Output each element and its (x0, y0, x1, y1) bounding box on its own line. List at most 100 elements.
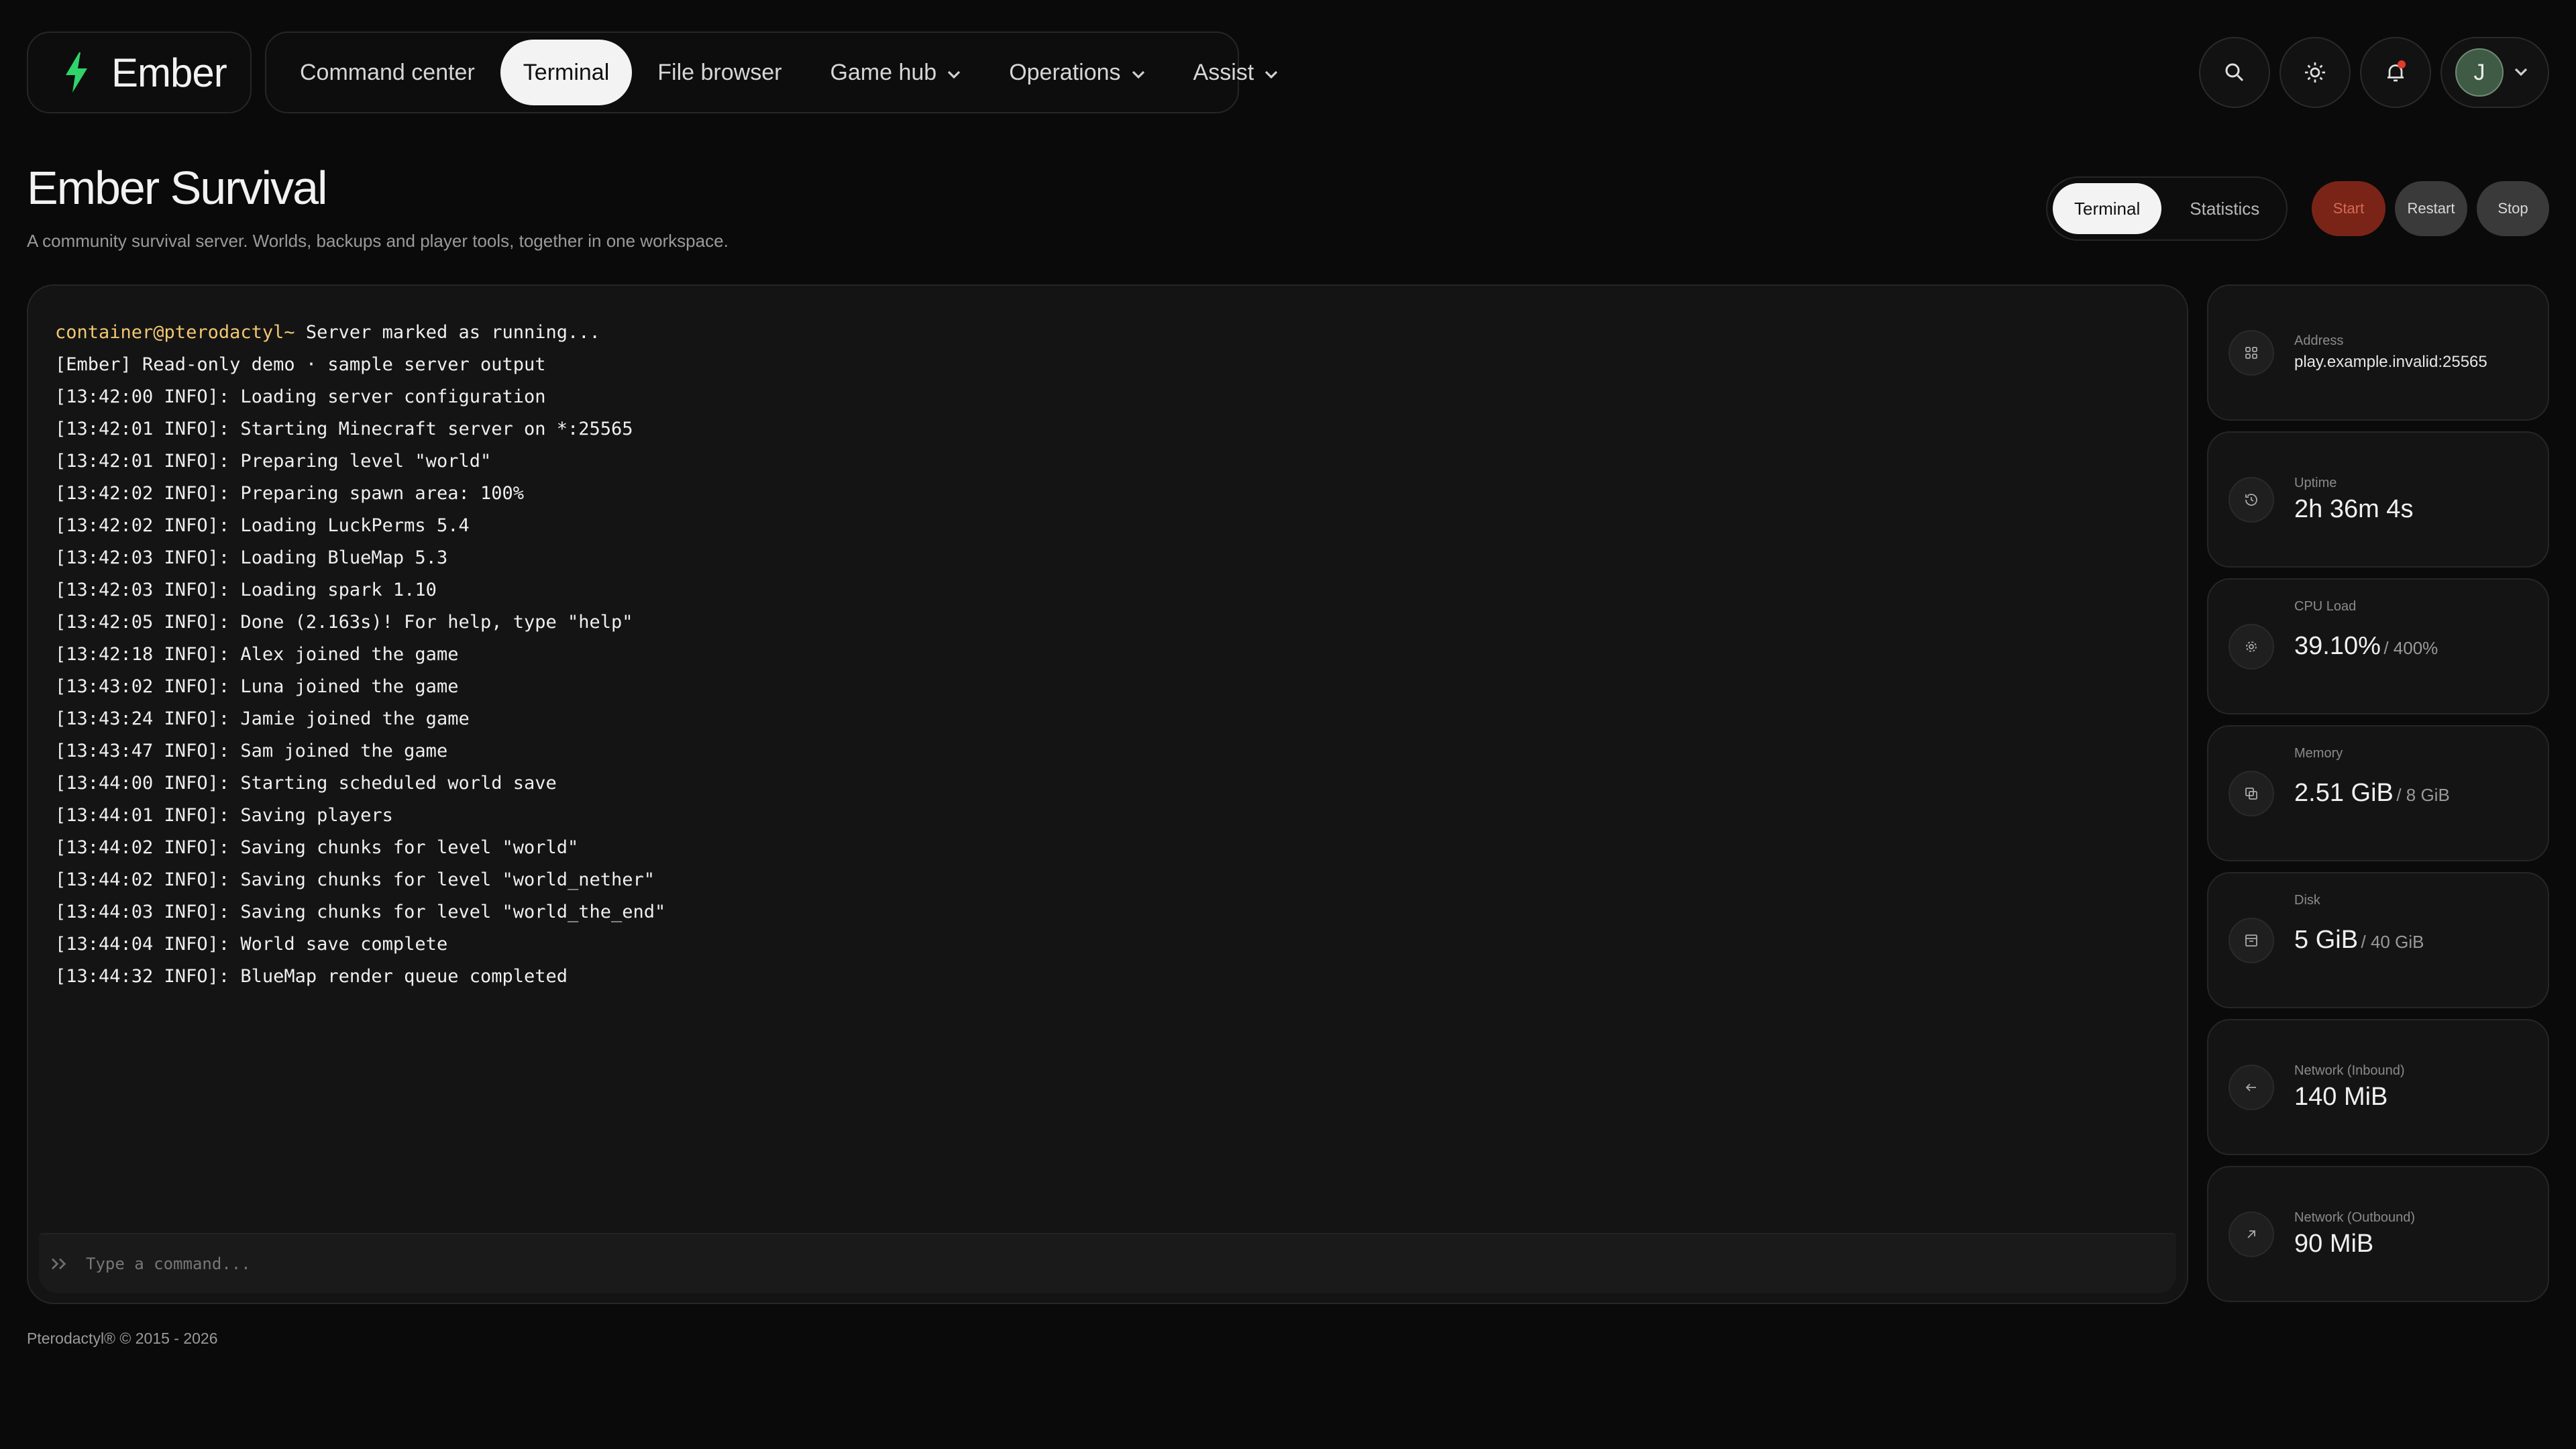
nav-operations[interactable]: Operations (986, 40, 1167, 105)
nav-label: Operations (1009, 59, 1121, 85)
console-line: [13:42:01 INFO]: Preparing level "world" (55, 451, 492, 472)
chevron-down-icon (2514, 68, 2528, 76)
clock-icon (2229, 476, 2274, 523)
nav-label: Game hub (830, 59, 937, 85)
search-button[interactable] (2199, 37, 2270, 108)
tab-terminal[interactable]: Terminal (2053, 183, 2162, 234)
nav-label: Terminal (523, 59, 610, 85)
nav-label: Command center (300, 59, 475, 85)
console-line: [13:44:03 INFO]: Saving chunks for level… (55, 902, 666, 922)
nav-assist[interactable]: Assist (1171, 40, 1301, 105)
console-line: container@pterodactyl~ Server marked as … (55, 317, 665, 349)
history-icon (2245, 493, 2257, 506)
stat-value: 90 MiB (2294, 1229, 2374, 1258)
command-input[interactable] (86, 1244, 2176, 1284)
notification-dot (2398, 60, 2406, 68)
console-prompt-text: Server marked as running... (294, 322, 600, 343)
stat-limit: / 400% (2383, 638, 2438, 658)
stat-limit: / 40 GiB (2361, 932, 2424, 952)
stat-value: 5 GiB (2294, 926, 2359, 954)
stat-value: play.example.invalid:25565 (2294, 353, 2487, 371)
chevrons-right-icon (52, 1258, 66, 1270)
theme-toggle-button[interactable] (2279, 37, 2351, 108)
stat-value: 140 MiB (2294, 1082, 2388, 1111)
main-nav: Command center Terminal File browser Gam… (265, 32, 1278, 113)
chevron-down-icon (1265, 70, 1278, 79)
cpu-icon (2229, 623, 2274, 669)
stat-label: Address (2294, 333, 2344, 348)
stat-limit: / 8 GiB (2396, 785, 2450, 805)
console-output: container@pterodactyl~ Server marked as … (55, 317, 665, 993)
grid-icon (2245, 346, 2257, 359)
console-panel: container@pterodactyl~ Server marked as … (27, 284, 2188, 1304)
stat-card-cpu: 39.10% / 400% CPU Load (2207, 578, 2549, 714)
stat-card-network-inbound: Network (Inbound) 140 MiB (2207, 1019, 2549, 1155)
page-subtitle: A community survival server. Worlds, bac… (27, 231, 729, 251)
nav-file-browser[interactable]: File browser (635, 40, 804, 105)
notifications-button[interactable] (2360, 37, 2431, 108)
stat-label: Memory (2294, 746, 2343, 761)
console-line: [13:44:00 INFO]: Starting scheduled worl… (55, 773, 557, 794)
header-actions: J (2199, 37, 2549, 108)
start-button[interactable]: Start (2312, 181, 2385, 236)
inbound-arrow-icon (2245, 1083, 2256, 1091)
console-line: [13:43:24 INFO]: Jamie joined the game (55, 708, 470, 729)
search-icon (2225, 63, 2244, 82)
console-line: [13:44:01 INFO]: Saving players (55, 805, 393, 826)
stat-label: Uptime (2294, 475, 2337, 490)
view-toggle: Terminal Statistics (2046, 176, 2288, 241)
console-line: [13:44:04 INFO]: World save complete (55, 934, 448, 955)
stat-label: Disk (2294, 893, 2320, 908)
console-line: [13:44:02 INFO]: Saving chunks for level… (55, 837, 579, 858)
sun-icon (2305, 62, 2325, 83)
stat-card-address: Address play.example.invalid:25565 (2207, 284, 2549, 421)
nav-terminal[interactable]: Terminal (500, 40, 633, 105)
chevron-down-icon (948, 70, 961, 79)
console-line: [13:42:02 INFO]: Preparing spawn area: 1… (55, 483, 524, 504)
console-line: [13:42:01 INFO]: Starting Minecraft serv… (55, 419, 633, 439)
nav-command-center[interactable]: Command center (277, 40, 498, 105)
brand-name: Ember (111, 50, 227, 95)
stat-value: 2.51 GiB (2294, 779, 2394, 807)
stop-button[interactable]: Stop (2477, 181, 2549, 236)
settings-icon (2246, 641, 2257, 652)
power-controls: Start Restart Stop (2312, 181, 2549, 236)
memory-icon (2229, 770, 2274, 816)
copy-icon (2245, 787, 2257, 800)
stat-card-uptime: Uptime 2h 36m 4s (2207, 431, 2549, 568)
console-line: [13:42:18 INFO]: Alex joined the game (55, 644, 459, 665)
stat-card-memory: 2.51 GiB / 8 GiB Memory (2207, 725, 2549, 861)
outbound-arrow-icon (2247, 1230, 2255, 1238)
console-line: [Ember] Read-only demo · sample server o… (55, 354, 546, 375)
stat-card-disk: 5 GiB / 40 GiB Disk (2207, 872, 2549, 1008)
console-line: [13:44:32 INFO]: BlueMap render queue co… (55, 966, 568, 987)
stat-label: Network (Outbound) (2294, 1210, 2416, 1225)
address-icon (2229, 329, 2274, 376)
stat-value: 2h 36m 4s (2294, 494, 2414, 523)
footer-copyright: Pterodactyl® © 2015 - 2026 (27, 1330, 218, 1347)
console-line: [13:42:02 INFO]: Loading LuckPerms 5.4 (55, 515, 470, 536)
restart-button[interactable]: Restart (2395, 181, 2467, 236)
console-line: [13:42:03 INFO]: Loading BlueMap 5.3 (55, 547, 448, 568)
nav-label: Assist (1193, 59, 1254, 85)
console-line: [13:42:03 INFO]: Loading spark 1.10 (55, 580, 437, 600)
console-prompt-user: container@pterodactyl~ (55, 322, 295, 343)
command-bar (39, 1233, 2176, 1293)
console-line: [13:43:02 INFO]: Luna joined the game (55, 676, 459, 697)
stat-label: Network (Inbound) (2294, 1063, 2405, 1078)
disk-icon (2229, 917, 2274, 963)
archive-icon (2245, 934, 2257, 947)
bolt-icon (66, 52, 87, 93)
console-line: [13:42:00 INFO]: Loading server configur… (55, 386, 546, 407)
tab-statistics[interactable]: Statistics (2168, 183, 2281, 234)
stat-value: 39.10% (2294, 632, 2381, 660)
console-line: [13:42:05 INFO]: Done (2.163s)! For help… (55, 612, 633, 633)
nav-game-hub[interactable]: Game hub (807, 40, 983, 105)
console-line: [13:43:47 INFO]: Sam joined the game (55, 741, 448, 761)
stat-label: CPU Load (2294, 599, 2357, 614)
brand-logo[interactable]: Ember (27, 32, 252, 113)
arrow-left-icon (2229, 1064, 2274, 1110)
nav-label: File browser (657, 59, 782, 85)
user-menu-button[interactable]: J (2440, 37, 2549, 108)
chevron-down-icon (1132, 70, 1144, 79)
